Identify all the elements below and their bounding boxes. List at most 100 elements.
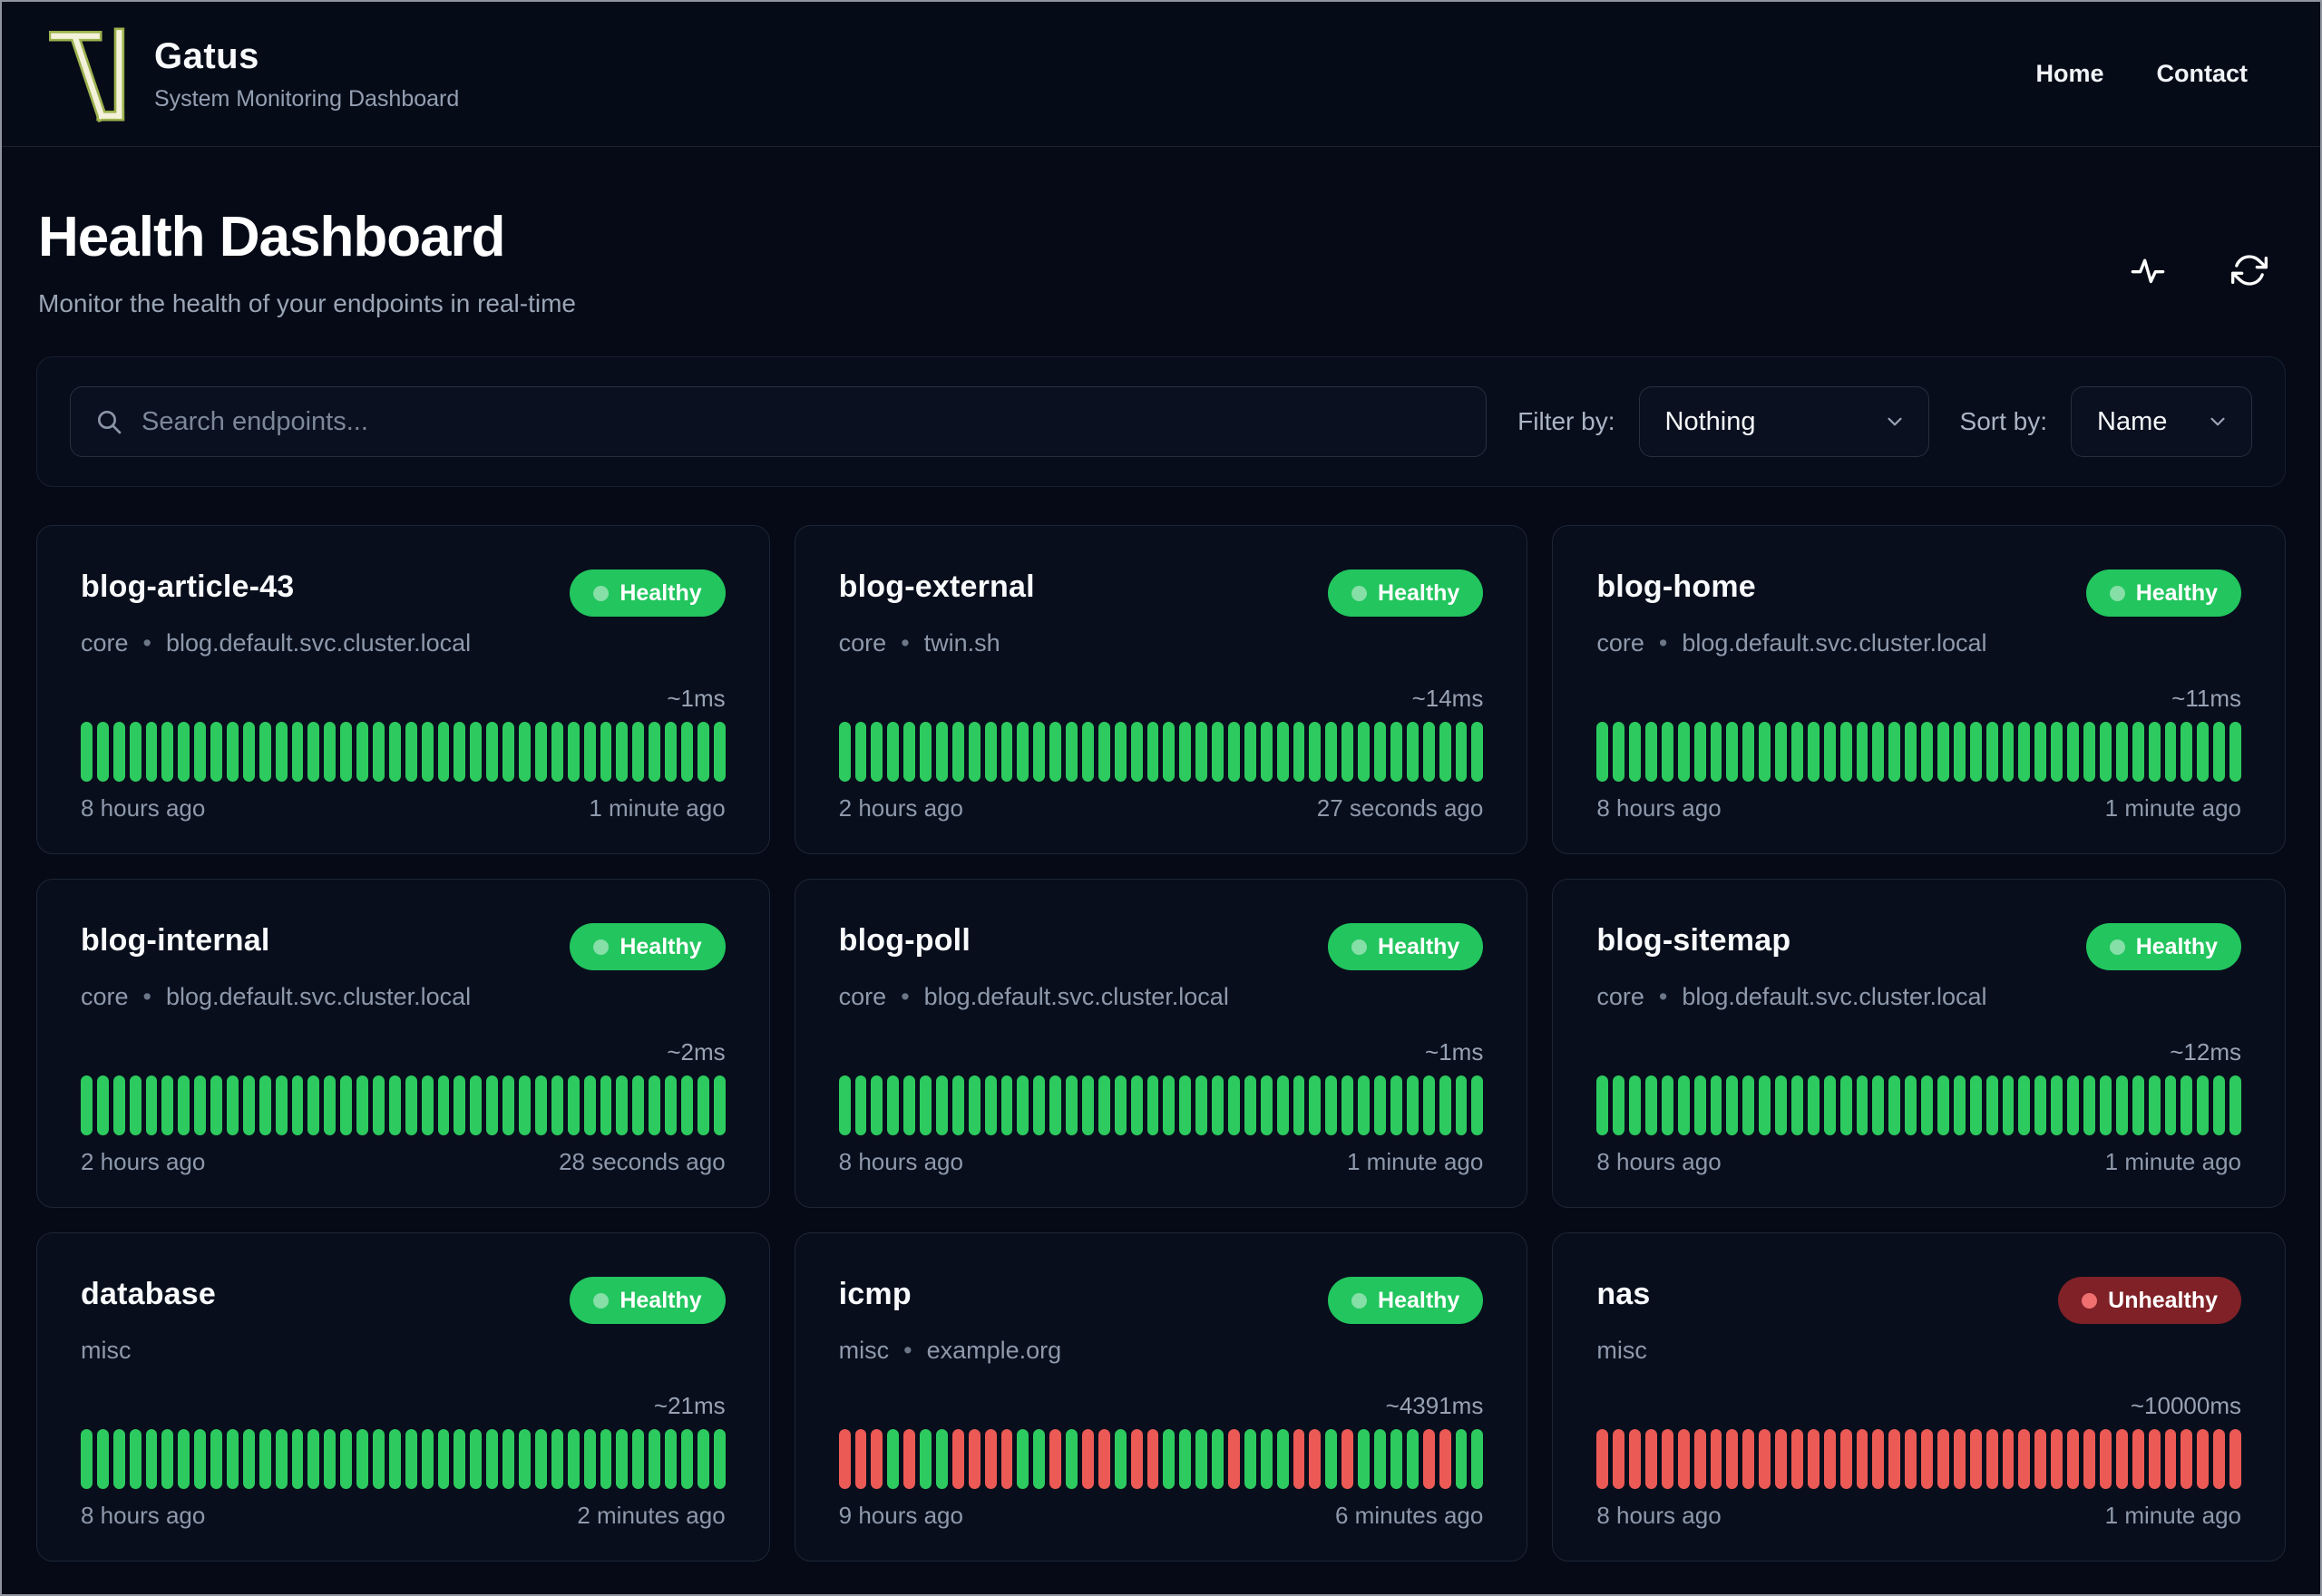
oldest-time-label: 2 hours ago xyxy=(838,794,963,822)
uptime-bar-success xyxy=(1082,722,1094,782)
uptime-bar-failure xyxy=(1856,1429,1868,1489)
uptime-bar-failure xyxy=(1596,1429,1609,1489)
filter-dropdown[interactable]: Nothing xyxy=(1638,386,1929,457)
uptime-bar-success xyxy=(600,1429,612,1489)
uptime-bar-success xyxy=(324,1075,337,1135)
uptime-bar-success xyxy=(112,722,125,782)
endpoint-group: core xyxy=(1596,629,1644,657)
uptime-bar-success xyxy=(1710,722,1722,782)
endpoint-card[interactable]: blog-external Healthy core • twin.sh ~14… xyxy=(794,525,1528,854)
status-badge: Healthy xyxy=(2085,923,2241,970)
endpoint-card[interactable]: nas Unhealthy misc ~10000ms 8 hours ago … xyxy=(1552,1232,2286,1562)
status-label: Unhealthy xyxy=(2108,1287,2218,1313)
uptime-bar-failure xyxy=(1082,1429,1094,1489)
uptime-bar-success xyxy=(1677,1075,1690,1135)
uptime-bar-success xyxy=(194,722,207,782)
uptime-bar-failure xyxy=(1693,1429,1706,1489)
uptime-bar-success xyxy=(454,1429,466,1489)
uptime-bar-success xyxy=(340,1075,353,1135)
uptime-bars xyxy=(1596,1429,2241,1489)
uptime-bar-success xyxy=(936,1075,948,1135)
endpoint-card[interactable]: blog-sitemap Healthy core • blog.default… xyxy=(1552,879,2286,1208)
sort-dropdown[interactable]: Name xyxy=(2071,386,2252,457)
uptime-bar-success xyxy=(1179,1429,1192,1489)
uptime-bar-success xyxy=(1775,722,1788,782)
uptime-bar-failure xyxy=(951,1429,964,1489)
uptime-bar-success xyxy=(2132,722,2144,782)
uptime-bar-success xyxy=(1260,1075,1273,1135)
endpoint-name: blog-home xyxy=(1596,569,1756,604)
uptime-bar-success xyxy=(2148,722,2161,782)
search-input[interactable] xyxy=(141,406,1463,437)
uptime-bar-success xyxy=(1130,722,1143,782)
status-label: Healthy xyxy=(620,933,702,959)
uptime-bar-success xyxy=(405,1429,417,1489)
uptime-bar-success xyxy=(1969,722,1982,782)
oldest-time-label: 8 hours ago xyxy=(838,1148,963,1175)
uptime-bar-success xyxy=(1969,1075,1982,1135)
uptime-bar-success xyxy=(2115,722,2128,782)
uptime-bar-success xyxy=(1872,722,1885,782)
uptime-bar-success xyxy=(1645,1075,1657,1135)
status-dot-icon xyxy=(2109,585,2125,601)
latest-time-label: 28 seconds ago xyxy=(559,1148,726,1175)
uptime-bars xyxy=(1596,1075,2241,1135)
endpoint-card[interactable]: blog-poll Healthy core • blog.default.sv… xyxy=(794,879,1528,1208)
status-badge: Healthy xyxy=(2085,569,2241,617)
uptime-bar-success xyxy=(1244,722,1256,782)
uptime-bar-success xyxy=(665,1075,677,1135)
uptime-bar-success xyxy=(616,722,629,782)
uptime-bar-success xyxy=(96,1429,109,1489)
uptime-bar-success xyxy=(697,1429,709,1489)
endpoint-card[interactable]: icmp Healthy misc • example.org ~4391ms … xyxy=(794,1232,1528,1562)
uptime-bar-failure xyxy=(1661,1429,1673,1489)
nav-link-home[interactable]: Home xyxy=(2035,60,2103,88)
uptime-bar-success xyxy=(1985,722,1998,782)
uptime-bar-success xyxy=(519,1429,531,1489)
uptime-bar-success xyxy=(583,722,596,782)
uptime-bar-success xyxy=(697,1075,709,1135)
dot-separator: • xyxy=(1658,629,1668,657)
endpoint-group: core xyxy=(838,983,887,1010)
uptime-bar-success xyxy=(1358,1429,1371,1489)
uptime-bar-success xyxy=(600,1075,612,1135)
endpoint-card[interactable]: blog-internal Healthy core • blog.defaul… xyxy=(36,879,770,1208)
uptime-bar-success xyxy=(984,1075,997,1135)
endpoint-card[interactable]: database Healthy misc ~21ms 8 hours ago … xyxy=(36,1232,770,1562)
endpoint-card[interactable]: blog-home Healthy core • blog.default.sv… xyxy=(1552,525,2286,854)
activity-icon[interactable] xyxy=(2130,252,2166,288)
status-badge: Healthy xyxy=(1328,1277,1484,1324)
uptime-bar-success xyxy=(713,1429,726,1489)
uptime-bar-success xyxy=(1244,1429,1256,1489)
uptime-bar-success xyxy=(1244,1075,1256,1135)
nav-link-contact[interactable]: Contact xyxy=(2157,60,2249,88)
oldest-time-label: 8 hours ago xyxy=(1596,1502,1722,1529)
sort-dropdown-value: Name xyxy=(2097,406,2168,436)
latest-time-label: 2 minutes ago xyxy=(577,1502,726,1529)
oldest-time-label: 9 hours ago xyxy=(838,1502,963,1529)
uptime-bar-success xyxy=(1759,1075,1771,1135)
uptime-bar-success xyxy=(632,722,645,782)
uptime-bar-success xyxy=(340,722,353,782)
uptime-bar-success xyxy=(486,1075,499,1135)
uptime-bar-success xyxy=(1629,1075,1641,1135)
status-badge: Healthy xyxy=(570,923,726,970)
endpoint-card[interactable]: blog-article-43 Healthy core • blog.defa… xyxy=(36,525,770,854)
uptime-bar-failure xyxy=(838,1429,851,1489)
uptime-bar-success xyxy=(421,722,434,782)
uptime-bar-success xyxy=(1066,1075,1078,1135)
uptime-bar-failure xyxy=(1726,1429,1739,1489)
uptime-bar-failure xyxy=(2002,1429,2015,1489)
uptime-bar-success xyxy=(1856,1075,1868,1135)
uptime-bar-success xyxy=(81,1075,93,1135)
uptime-bar-success xyxy=(1937,1075,1949,1135)
uptime-bar-success xyxy=(1693,722,1706,782)
uptime-bar-success xyxy=(145,1429,158,1489)
uptime-bar-success xyxy=(1471,1075,1484,1135)
uptime-bars xyxy=(81,1075,726,1135)
uptime-bar-success xyxy=(2051,722,2063,782)
endpoint-group: core xyxy=(838,629,887,657)
status-dot-icon xyxy=(593,939,610,955)
app-subtitle: System Monitoring Dashboard xyxy=(154,85,460,112)
refresh-icon[interactable] xyxy=(2231,252,2268,288)
